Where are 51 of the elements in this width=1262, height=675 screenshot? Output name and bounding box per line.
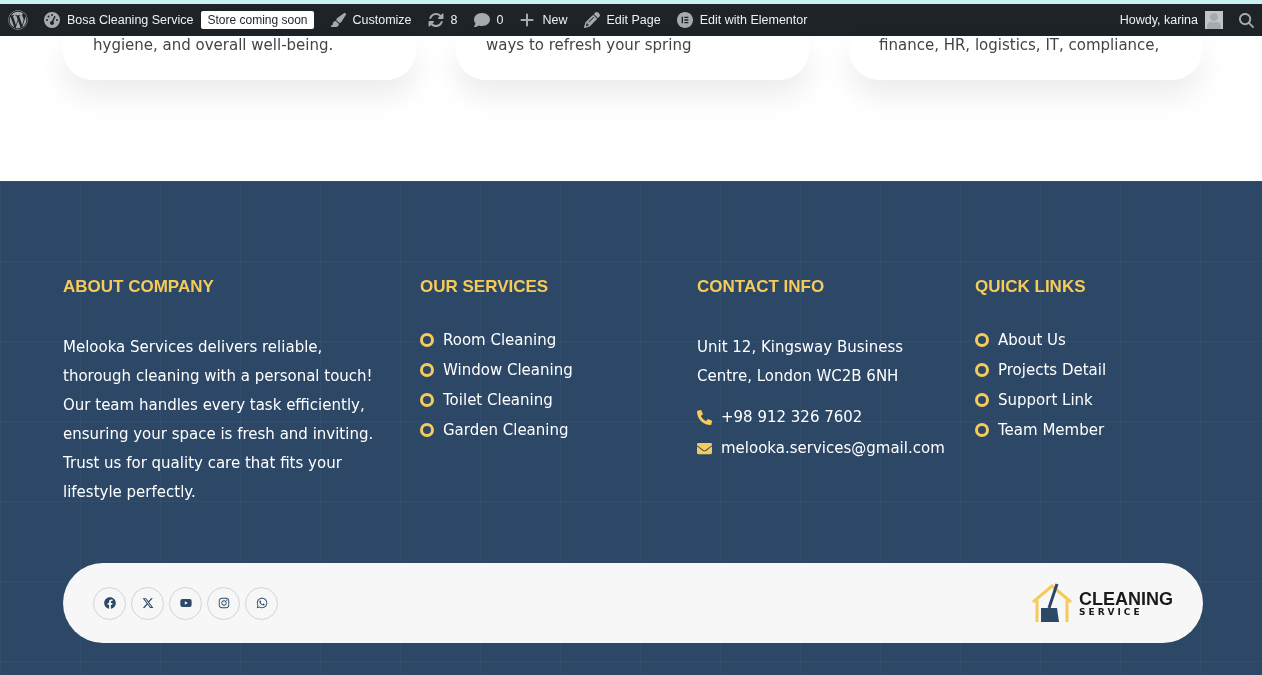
bullet-icon (420, 423, 434, 437)
column-heading: CONTACT INFO (697, 277, 826, 297)
phone-icon (697, 409, 712, 425)
address-text: Unit 12, Kingsway Business Centre, London WC2B 6NH (697, 337, 905, 387)
edit-link[interactable]: Edit Page (583, 12, 661, 28)
house-broom-icon (1029, 582, 1075, 624)
service-link[interactable]: Garden Cleaning (420, 421, 697, 439)
column-heading: ABOUT COMPANY (63, 277, 215, 297)
email-link[interactable]: melooka.services@gmail.com (721, 439, 945, 457)
card-text: hygiene, and overall well-being. (93, 36, 334, 54)
phone-text: +98 912 326 7602 (721, 408, 863, 426)
store-status-badge: Store coming soon (201, 11, 314, 29)
pencil-icon (583, 12, 600, 28)
customize-link[interactable]: Customize (329, 12, 412, 28)
bullet-icon (420, 363, 434, 377)
service-link[interactable]: Toilet Cleaning (420, 391, 697, 409)
quick-link[interactable]: Projects Detail (975, 361, 1203, 379)
account-link[interactable]: Howdy, karina (1119, 11, 1223, 29)
column-heading: OUR SERVICES (420, 277, 550, 297)
service-link[interactable]: Window Cleaning (420, 361, 697, 379)
logo-subtitle: SERVICE (1079, 607, 1144, 617)
elementor-icon (676, 12, 693, 28)
bullet-icon (975, 333, 989, 347)
envelope-icon (697, 440, 712, 456)
bullet-icon (975, 363, 989, 377)
column-heading: QUICK LINKS (975, 277, 1087, 297)
wordpress-logo-icon[interactable] (8, 10, 28, 30)
about-text: Melooka Services delivers reliable, thorough cleaning with a personal touch! Our team handles every task efficiently, ensuring your space is fresh and inviting. Trust us for quality care that fits your lifestyle perfectly. (63, 337, 375, 503)
search-icon[interactable] (1239, 12, 1254, 28)
updates-link[interactable]: 8 (427, 12, 458, 28)
quick-link[interactable]: Support Link (975, 391, 1203, 409)
avatar-icon (1205, 11, 1223, 29)
comments-link[interactable]: 0 (473, 12, 504, 28)
dashboard-icon (44, 12, 60, 28)
plus-icon (519, 12, 536, 28)
brush-icon (329, 12, 346, 28)
elementor-link[interactable]: Edit with Elementor (676, 12, 808, 28)
refresh-icon (427, 12, 444, 28)
bullet-icon (420, 333, 434, 347)
quick-link[interactable]: Team Member (975, 421, 1203, 439)
site-name-link[interactable]: Bosa Cleaning Service (44, 12, 194, 28)
card-text: ways to refresh your spring (486, 36, 692, 54)
bullet-icon (420, 393, 434, 407)
logo-title: CLEANING (1079, 589, 1173, 608)
comment-icon (473, 12, 490, 28)
quick-link[interactable]: About Us (975, 331, 1203, 349)
bullet-icon (975, 423, 989, 437)
service-link[interactable]: Room Cleaning (420, 331, 697, 349)
card-text: finance, HR, logistics, IT, compliance, (879, 36, 1160, 54)
new-link[interactable]: New (519, 12, 568, 28)
bullet-icon (975, 393, 989, 407)
